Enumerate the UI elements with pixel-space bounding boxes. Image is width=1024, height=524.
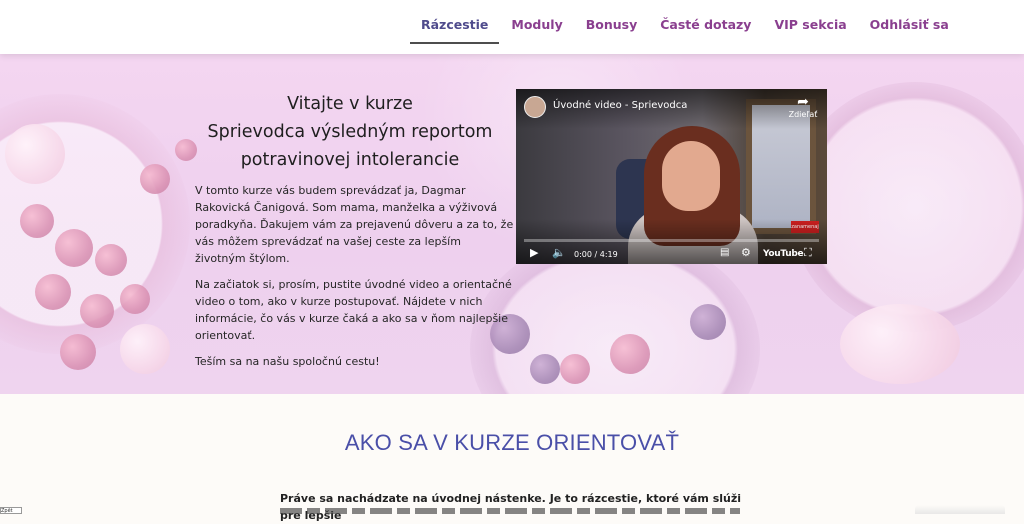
hero-title-line: potravinovej intolerancie: [240, 150, 460, 170]
background-cherry: [55, 229, 93, 267]
video-player[interactable]: Úvodné video - Sprievodca ➦ Zdieľať zana…: [516, 89, 827, 264]
background-cherry: [140, 164, 170, 194]
youtube-logo[interactable]: YouTube: [763, 247, 804, 261]
nav-item-moduly[interactable]: Moduly: [500, 10, 573, 42]
share-label: Zdieľať: [788, 110, 818, 119]
play-icon[interactable]: ▶: [530, 246, 538, 260]
background-cherry: [80, 294, 114, 328]
hero-description: V tomto kurze vás budem sprevádzať ja, D…: [195, 182, 515, 379]
hero-paragraph: Na začiatok si, prosím, pustite úvodné v…: [195, 278, 512, 342]
background-cherry: [610, 334, 650, 374]
background-plate: [840, 304, 960, 384]
fullscreen-icon[interactable]: ⛶: [804, 246, 812, 260]
background-cherry: [120, 284, 150, 314]
background-flower: [5, 124, 65, 184]
video-progress-bar[interactable]: [524, 239, 819, 242]
hero-paragraph: V tomto kurze vás budem sprevádzať ja, D…: [195, 184, 514, 265]
background-blackberry: [530, 354, 560, 384]
volume-icon[interactable]: 🔈: [552, 246, 566, 260]
background-flower: [120, 324, 170, 374]
video-thumbnail-person: [662, 141, 720, 211]
background-cherry: [60, 334, 96, 370]
section-text-continuation: [280, 508, 740, 514]
video-time: 0:00 / 4:19: [574, 250, 618, 259]
hero-title-line: Vitajte v kurze: [287, 94, 413, 114]
nav-item-bonusy[interactable]: Bonusy: [575, 10, 649, 42]
hero-paragraph: Teším sa na našu spoločnú cestu!: [195, 355, 380, 368]
corner-widget: [915, 505, 1005, 514]
background-cherry: [20, 204, 54, 238]
section-title: AKO SA V KURZE ORIENTOVAŤ: [344, 430, 680, 455]
share-button[interactable]: ➦ Zdieľať: [786, 95, 820, 121]
nav-item-caste-dotazy[interactable]: Časté dotazy: [649, 10, 762, 42]
nav-item-razcestie[interactable]: Rázcestie: [410, 10, 500, 44]
nav-menu: Rázcestie Moduly Bonusy Časté dotazy VIP…: [410, 10, 961, 44]
share-icon: ➦: [797, 94, 809, 110]
section-intro: Práve sa nachádzate na úvodnej nástenke.…: [280, 492, 742, 522]
background-cherry: [175, 139, 197, 161]
hero-title: Vitajte v kurze Sprievodca výsledným rep…: [195, 90, 505, 174]
hero-section: Vitajte v kurze Sprievodca výsledným rep…: [0, 54, 1024, 394]
hero-title-line: Sprievodca výsledným reportom: [207, 122, 493, 142]
background-cherry: [560, 354, 590, 384]
video-controls: ▶ 🔈 0:00 / 4:19 ▤ ⚙ YouTube ⛶: [516, 244, 827, 264]
background-blackberry: [690, 304, 726, 340]
video-title[interactable]: Úvodné video - Sprievodca: [553, 100, 687, 111]
background-cherry: [35, 274, 71, 310]
captions-icon[interactable]: ▤: [720, 246, 729, 260]
top-navigation: Rázcestie Moduly Bonusy Časté dotazy VIP…: [0, 0, 1024, 54]
gear-icon[interactable]: ⚙: [741, 246, 751, 260]
nav-item-odhlasit-sa[interactable]: Odhlásiť sa: [859, 10, 960, 42]
nav-item-vip-sekcia[interactable]: VIP sekcia: [763, 10, 857, 42]
back-button[interactable]: Zpět: [0, 507, 22, 514]
background-cherry: [95, 244, 127, 276]
channel-avatar[interactable]: [524, 96, 546, 118]
